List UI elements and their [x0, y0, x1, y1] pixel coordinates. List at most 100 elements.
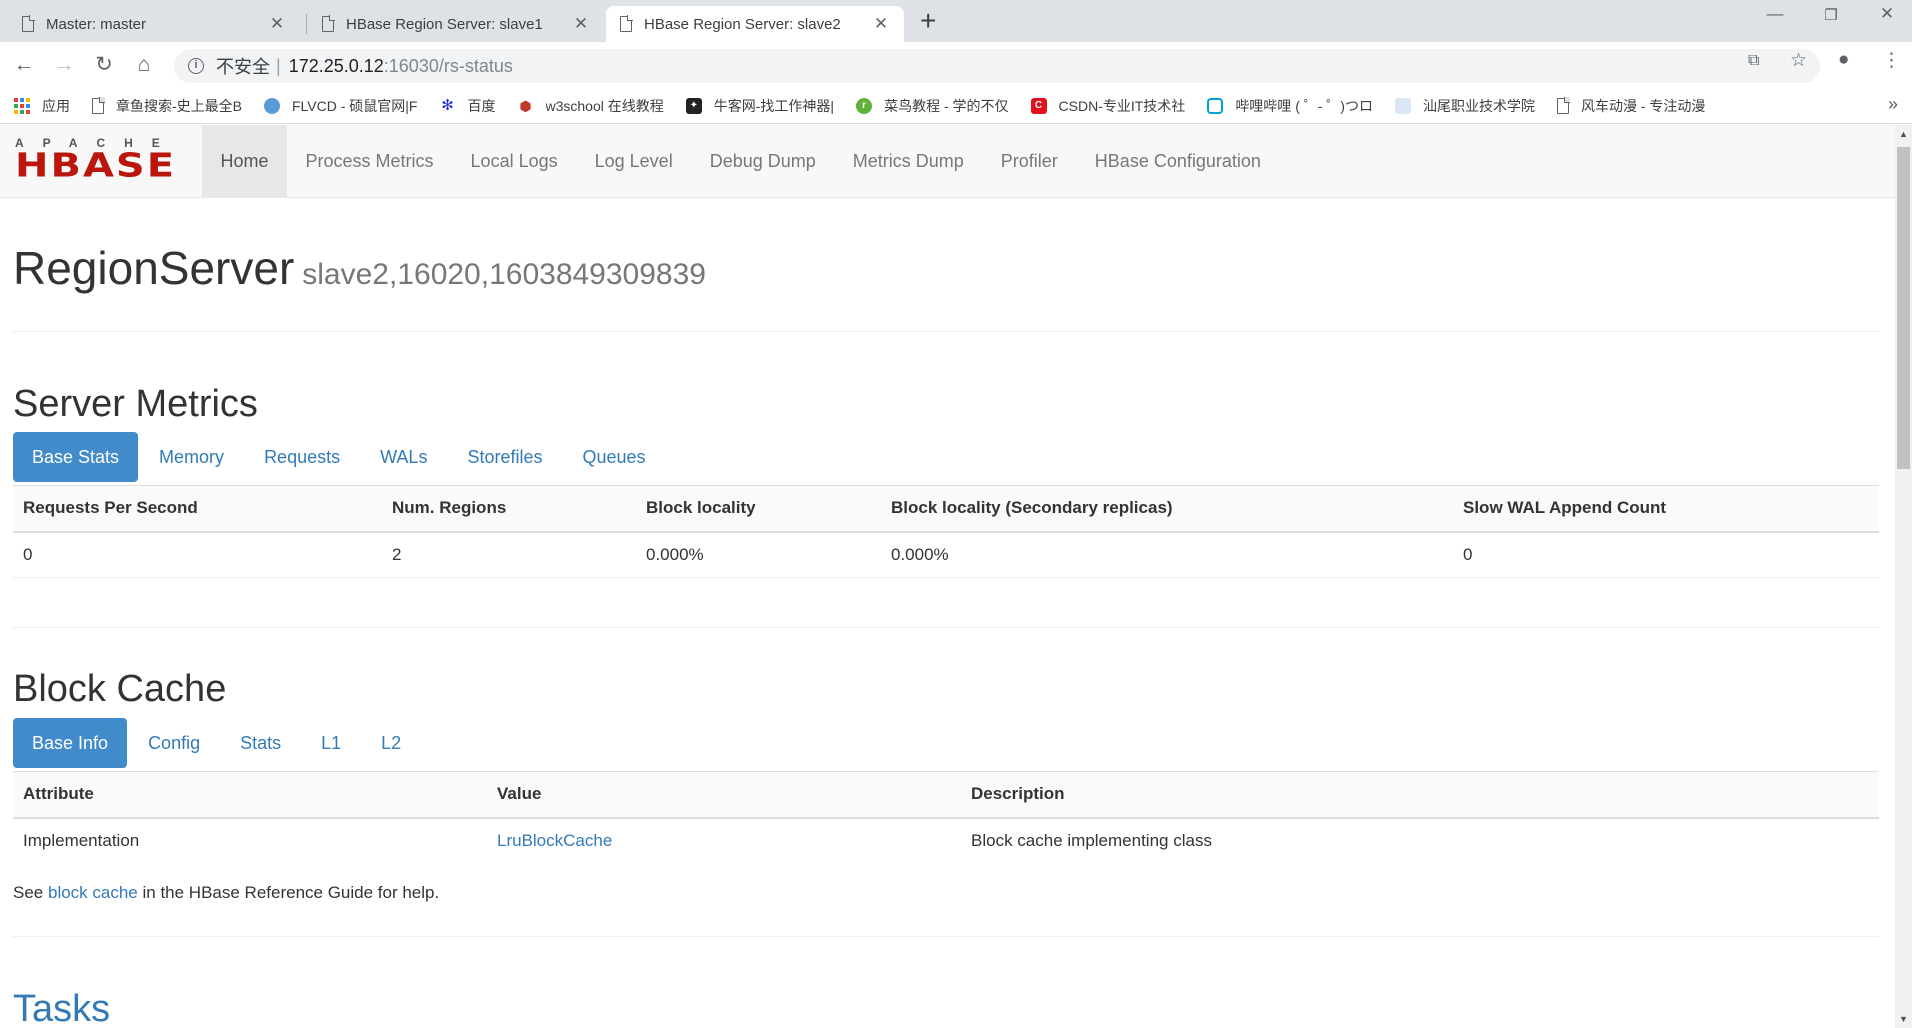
nav-process-metrics[interactable]: Process Metrics — [287, 125, 452, 198]
block-cache-tabs: Base Info Config Stats L1 L2 — [13, 718, 422, 768]
bookmark-label: w3school 在线教程 — [545, 97, 664, 114]
address-bar[interactable]: i 不安全 | 172.25.0.12:16030/rs-status — [174, 49, 1820, 83]
tab-stats[interactable]: Stats — [221, 718, 300, 768]
nav-debug-dump[interactable]: Debug Dump — [691, 125, 834, 198]
table-cell: 0 — [1453, 531, 1879, 578]
nav-local-logs[interactable]: Local Logs — [452, 125, 576, 198]
column-header: Block locality — [636, 485, 881, 533]
table-cell: Implementation — [23, 831, 140, 850]
bookmark-item[interactable]: C CSDN-专业IT技术社 — [1030, 96, 1186, 116]
tab-memory[interactable]: Memory — [140, 432, 243, 482]
bookmark-label: 应用 — [42, 97, 70, 114]
lru-block-cache-link[interactable]: LruBlockCache — [497, 831, 612, 850]
translate-icon[interactable]: ⧉ — [1748, 52, 1759, 70]
block-cache-heading: Block Cache — [13, 668, 227, 710]
table-row: 0 2 0.000% 0.000% 0 — [13, 531, 1879, 578]
table-header-row: Attribute Value Description — [13, 771, 1879, 819]
blank-icon — [1394, 97, 1411, 114]
nav-profiler[interactable]: Profiler — [982, 125, 1076, 198]
tasks-heading[interactable]: Tasks — [13, 988, 110, 1028]
bookmark-item[interactable]: 风车动漫 - 专注动漫 — [1556, 96, 1705, 116]
table-cell: 0 — [13, 531, 382, 578]
close-icon[interactable]: ✕ — [572, 14, 590, 34]
page-title-text: RegionServer — [13, 242, 295, 294]
profile-icon[interactable]: ● — [1838, 49, 1849, 71]
browser-tab-slave2[interactable]: HBase Region Server: slave2 ✕ — [606, 6, 904, 42]
more-bookmarks-icon[interactable]: » — [1888, 94, 1898, 115]
tab-queues[interactable]: Queues — [564, 432, 665, 482]
menu-icon[interactable]: ⋮ — [1882, 49, 1901, 72]
page-icon — [22, 15, 35, 32]
url-host: 172.25.0.12 — [288, 55, 384, 76]
nav-metrics-dump[interactable]: Metrics Dump — [834, 125, 982, 198]
bookmark-apps[interactable]: 应用 — [14, 96, 70, 116]
bookmark-star-icon[interactable]: ☆ — [1790, 49, 1807, 72]
nav-log-level[interactable]: Log Level — [576, 125, 691, 198]
page-subtitle: slave2,16020,1603849309839 — [302, 258, 706, 291]
paw-icon: ✻ — [441, 96, 454, 114]
bookmark-item[interactable]: 章鱼搜索-史上最全B — [92, 96, 242, 116]
forward-icon[interactable]: → — [50, 51, 78, 79]
column-header: Block locality (Secondary replicas) — [881, 485, 1453, 533]
tab-base-stats[interactable]: Base Stats — [13, 432, 139, 482]
bookmark-label: FLVCD - 硕鼠官网|F — [292, 97, 418, 114]
restore-icon[interactable]: ❐ — [1806, 6, 1856, 24]
block-cache-guide-link[interactable]: block cache — [48, 883, 138, 902]
bookmark-item[interactable]: 汕尾职业技术学院 — [1394, 96, 1535, 116]
help-text: in the HBase Reference Guide for help. — [137, 883, 440, 902]
runoob-icon: r — [856, 97, 873, 114]
tab-l1[interactable]: L1 — [302, 718, 360, 768]
w3-icon: ⬢ — [519, 97, 532, 114]
tab-wals[interactable]: WALs — [361, 432, 446, 482]
column-header: Value — [487, 771, 961, 819]
table-cell: 2 — [382, 531, 636, 578]
table-cell: 0.000% — [636, 531, 881, 578]
nowcoder-icon: ✦ — [685, 97, 702, 114]
page-icon — [620, 15, 633, 32]
tab-divider — [306, 14, 307, 34]
browser-tab-master[interactable]: Master: master ✕ — [8, 6, 300, 42]
table-row: Implementation LruBlockCache Block cache… — [13, 818, 1879, 864]
table-cell: 0.000% — [881, 531, 1453, 578]
column-header: Attribute — [13, 771, 487, 819]
nav-home[interactable]: Home — [202, 125, 288, 198]
tab-requests[interactable]: Requests — [245, 432, 359, 482]
close-icon[interactable]: ✕ — [872, 14, 890, 34]
bookmark-label: 章鱼搜索-史上最全B — [116, 97, 242, 114]
minimize-icon[interactable]: — — [1750, 4, 1800, 24]
back-icon[interactable]: ← — [10, 51, 38, 79]
tab-l2[interactable]: L2 — [362, 718, 420, 768]
divider — [13, 627, 1879, 628]
close-icon[interactable]: ✕ — [268, 14, 286, 34]
bookmark-item[interactable]: ✻ 百度 — [440, 96, 495, 116]
tab-storefiles[interactable]: Storefiles — [448, 432, 561, 482]
server-metrics-tabs: Base Stats Memory Requests WALs Storefil… — [13, 432, 667, 482]
hbase-navbar: APACHE HBASE Home Process Metrics Local … — [0, 125, 1895, 198]
tab-config[interactable]: Config — [129, 718, 219, 768]
hbase-logo[interactable]: APACHE HBASE — [15, 137, 183, 185]
bookmark-item[interactable]: ✦ 牛客网-找工作神器| — [685, 96, 834, 116]
home-icon[interactable]: ⌂ — [130, 51, 158, 79]
nav-hbase-configuration[interactable]: HBase Configuration — [1076, 125, 1279, 198]
window-close-icon[interactable]: ✕ — [1862, 4, 1912, 24]
page-viewport: APACHE HBASE Home Process Metrics Local … — [0, 125, 1912, 1028]
browser-tab-slave1[interactable]: HBase Region Server: slave1 ✕ — [308, 6, 604, 42]
bookmark-item[interactable]: r 菜鸟教程 - 学的不仅 — [856, 96, 1009, 116]
page-scrollbar[interactable]: ▲ ▼ — [1895, 125, 1912, 1028]
globe-icon — [264, 97, 280, 114]
server-metrics-heading: Server Metrics — [13, 383, 258, 425]
bookmark-item[interactable]: 哔哩哔哩 ( ゜- ゜)つロ — [1207, 96, 1373, 116]
scroll-down-icon[interactable]: ▼ — [1899, 1014, 1908, 1024]
main-menu: Home Process Metrics Local Logs Log Leve… — [202, 125, 1279, 198]
scroll-up-icon[interactable]: ▲ — [1899, 129, 1908, 139]
bookmark-label: CSDN-专业IT技术社 — [1058, 97, 1186, 114]
reload-icon[interactable]: ↻ — [90, 51, 118, 79]
bookmark-item[interactable]: ⬢ w3school 在线教程 — [518, 96, 664, 116]
scrollbar-thumb[interactable] — [1897, 147, 1910, 469]
tab-base-info[interactable]: Base Info — [13, 718, 128, 768]
logo-hbase-text: HBASE — [15, 146, 177, 185]
bilibili-icon — [1207, 97, 1224, 114]
bookmark-item[interactable]: FLVCD - 硕鼠官网|F — [264, 96, 418, 116]
new-tab-button[interactable]: + — [920, 6, 936, 36]
info-icon[interactable]: i — [188, 58, 204, 74]
